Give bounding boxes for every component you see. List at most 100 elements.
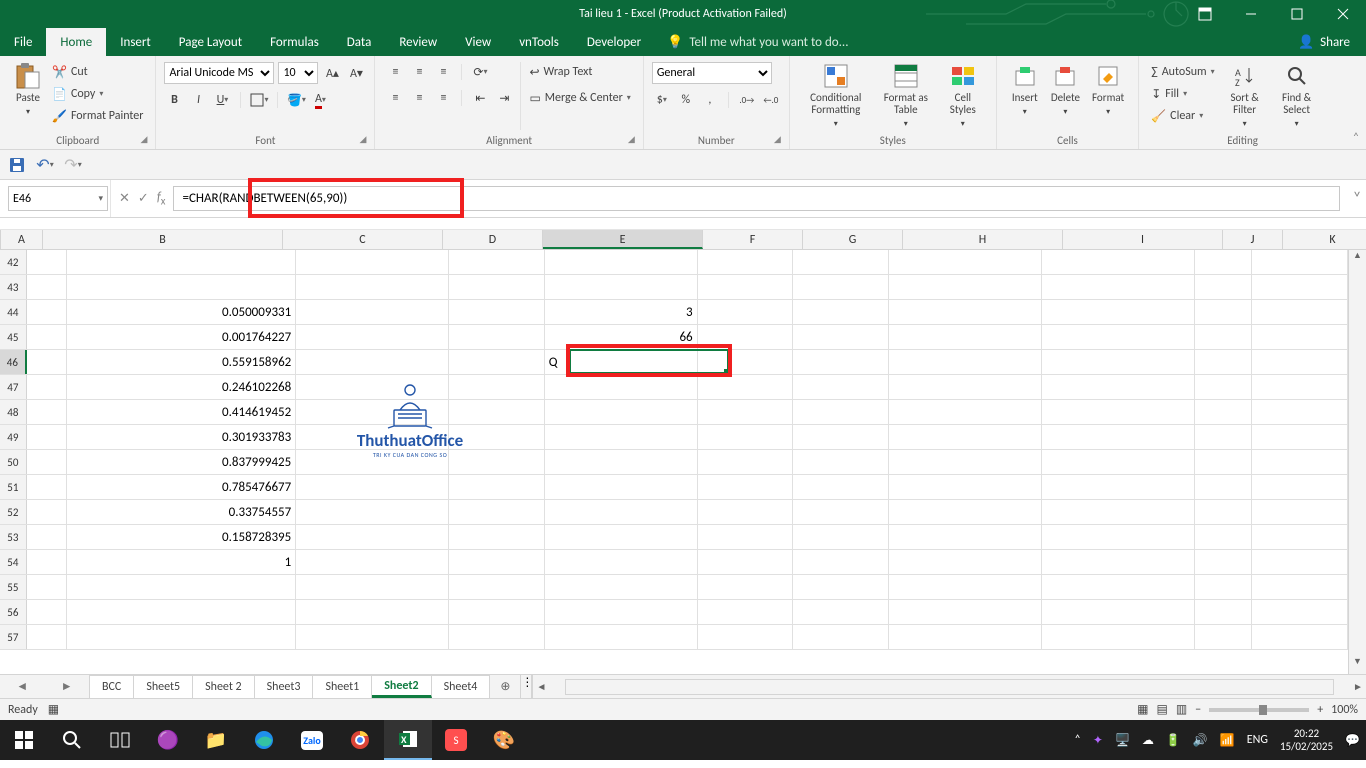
- cell-B55[interactable]: [67, 575, 296, 599]
- cell-F48[interactable]: [698, 400, 794, 424]
- cell-E42[interactable]: [545, 250, 698, 274]
- cell-K45[interactable]: [1252, 325, 1348, 349]
- tray-icon-wifi[interactable]: 📶: [1220, 733, 1235, 748]
- column-header-D[interactable]: D: [443, 230, 543, 249]
- cell-D46[interactable]: [449, 350, 545, 374]
- sheet-tab-sheet1[interactable]: Sheet1: [313, 675, 372, 698]
- cell-K55[interactable]: [1252, 575, 1348, 599]
- column-header-B[interactable]: B: [43, 230, 283, 249]
- sheet-tab-sheet3[interactable]: Sheet3: [255, 675, 314, 698]
- cell-D51[interactable]: [449, 475, 545, 499]
- cell-H57[interactable]: [889, 625, 1042, 649]
- cell-A57[interactable]: [27, 625, 67, 649]
- cell-G52[interactable]: [793, 500, 889, 524]
- cell-I47[interactable]: [1042, 375, 1195, 399]
- taskbar-app-zalo[interactable]: Zalo: [288, 720, 336, 760]
- cell-H43[interactable]: [889, 275, 1042, 299]
- cell-I56[interactable]: [1042, 600, 1195, 624]
- cell-H52[interactable]: [889, 500, 1042, 524]
- horizontal-scrollbar[interactable]: ◄►: [532, 675, 1366, 698]
- cell-F45[interactable]: [698, 325, 794, 349]
- cell-H50[interactable]: [889, 450, 1042, 474]
- cell-A49[interactable]: [27, 425, 67, 449]
- delete-cells-button[interactable]: Delete▾: [1045, 60, 1086, 120]
- cell-J49[interactable]: [1195, 425, 1253, 449]
- cell-K50[interactable]: [1252, 450, 1348, 474]
- cell-B54[interactable]: 1: [67, 550, 296, 574]
- cell-J45[interactable]: [1195, 325, 1253, 349]
- cancel-formula-button[interactable]: ✕: [119, 191, 130, 206]
- row-header-42[interactable]: 42: [0, 250, 27, 274]
- alignment-launcher[interactable]: ◢: [628, 134, 635, 145]
- column-header-F[interactable]: F: [703, 230, 803, 249]
- cell-G46[interactable]: [793, 350, 889, 374]
- increase-indent-button[interactable]: ⇥: [494, 88, 514, 108]
- number-launcher[interactable]: ◢: [774, 134, 781, 145]
- cell-K48[interactable]: [1252, 400, 1348, 424]
- scroll-right-button[interactable]: ►: [1350, 680, 1366, 693]
- align-middle-button[interactable]: ≡: [409, 62, 429, 82]
- cell-J46[interactable]: [1195, 350, 1253, 374]
- cell-K44[interactable]: [1252, 300, 1348, 324]
- column-header-A[interactable]: A: [1, 230, 43, 249]
- cut-button[interactable]: ✂️Cut: [50, 62, 145, 82]
- cell-B46[interactable]: 0.559158962: [67, 350, 296, 374]
- cell-J43[interactable]: [1195, 275, 1253, 299]
- row-header-56[interactable]: 56: [0, 600, 27, 624]
- cell-I51[interactable]: [1042, 475, 1195, 499]
- cell-C44[interactable]: [296, 300, 449, 324]
- cell-G48[interactable]: [793, 400, 889, 424]
- column-header-H[interactable]: H: [903, 230, 1063, 249]
- sheet-tab-sheet5[interactable]: Sheet5: [134, 675, 193, 698]
- format-painter-button[interactable]: 🖌️Format Painter: [50, 106, 145, 126]
- cell-I54[interactable]: [1042, 550, 1195, 574]
- collapse-ribbon-button[interactable]: ˄: [1346, 56, 1366, 149]
- row-header-50[interactable]: 50: [0, 450, 27, 474]
- cell-G54[interactable]: [793, 550, 889, 574]
- cell-A43[interactable]: [27, 275, 67, 299]
- taskbar-app-paint[interactable]: 🎨: [480, 720, 528, 760]
- cell-F42[interactable]: [698, 250, 794, 274]
- clipboard-launcher[interactable]: ◢: [141, 134, 148, 145]
- row-header-48[interactable]: 48: [0, 400, 27, 424]
- tab-developer[interactable]: Developer: [573, 28, 655, 56]
- fill-color-button[interactable]: 🪣: [286, 90, 306, 110]
- cell-E47[interactable]: [545, 375, 698, 399]
- task-view-button[interactable]: [96, 720, 144, 760]
- tray-icon-2[interactable]: 🖥️: [1115, 733, 1130, 748]
- cell-H51[interactable]: [889, 475, 1042, 499]
- row-header-57[interactable]: 57: [0, 625, 27, 649]
- cell-A51[interactable]: [27, 475, 67, 499]
- row-header-45[interactable]: 45: [0, 325, 27, 349]
- cell-F56[interactable]: [698, 600, 794, 624]
- copy-button[interactable]: 📄Copy: [50, 84, 145, 104]
- taskbar-app-edge[interactable]: [240, 720, 288, 760]
- cell-C52[interactable]: [296, 500, 449, 524]
- cell-I42[interactable]: [1042, 250, 1195, 274]
- cell-E55[interactable]: [545, 575, 698, 599]
- scroll-left-button[interactable]: ◄: [533, 680, 549, 693]
- row-header-43[interactable]: 43: [0, 275, 27, 299]
- cell-F51[interactable]: [698, 475, 794, 499]
- share-button[interactable]: 👤 Share: [1282, 28, 1366, 56]
- italic-button[interactable]: I: [188, 90, 208, 110]
- cell-B47[interactable]: 0.246102268: [67, 375, 296, 399]
- format-as-table-button[interactable]: Format as Table▾: [874, 60, 938, 132]
- column-header-E[interactable]: E: [543, 230, 703, 249]
- cell-E49[interactable]: [545, 425, 698, 449]
- cell-G49[interactable]: [793, 425, 889, 449]
- cell-B48[interactable]: 0.414619452: [67, 400, 296, 424]
- cell-I52[interactable]: [1042, 500, 1195, 524]
- font-launcher[interactable]: ◢: [360, 134, 367, 145]
- tray-icon-1[interactable]: ✦: [1093, 733, 1103, 748]
- macro-record-icon[interactable]: ▦: [48, 702, 59, 717]
- cell-E44[interactable]: 3: [545, 300, 698, 324]
- cell-J54[interactable]: [1195, 550, 1253, 574]
- cell-F50[interactable]: [698, 450, 794, 474]
- tab-page-layout[interactable]: Page Layout: [165, 28, 256, 56]
- row-header-54[interactable]: 54: [0, 550, 27, 574]
- column-header-I[interactable]: I: [1063, 230, 1223, 249]
- cell-J42[interactable]: [1195, 250, 1253, 274]
- cell-E43[interactable]: [545, 275, 698, 299]
- cell-D43[interactable]: [449, 275, 545, 299]
